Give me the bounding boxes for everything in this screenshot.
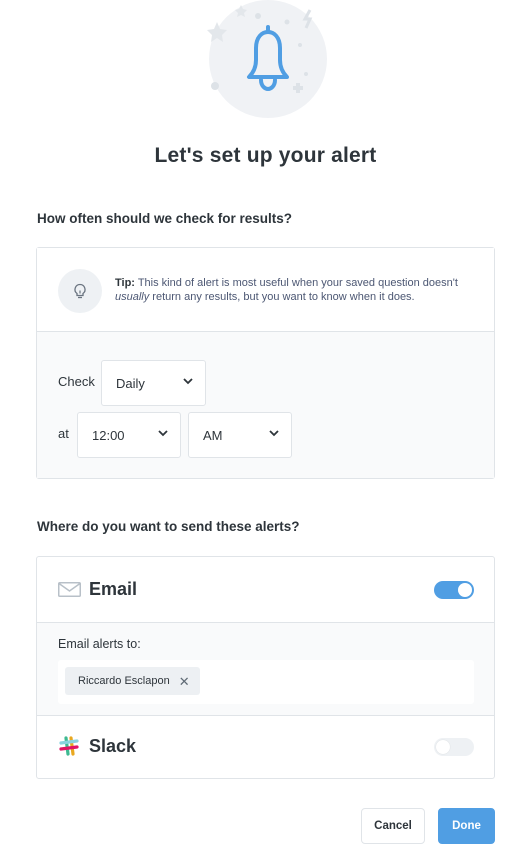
cancel-button[interactable]: Cancel <box>361 808 425 844</box>
done-button[interactable]: Done <box>438 808 495 844</box>
tip-text-part1: This kind of alert is most useful when y… <box>134 277 458 289</box>
recipient-name: Riccardo Esclapon <box>78 675 170 687</box>
check-label: Check <box>58 374 95 389</box>
channels-heading: Where do you want to send these alerts? <box>37 519 300 534</box>
recipient-input[interactable]: Riccardo Esclapon ✕ <box>58 660 474 704</box>
toggle-knob <box>458 583 472 597</box>
chevron-down-icon <box>158 430 168 437</box>
toggle-knob <box>436 740 450 754</box>
chevron-down-icon <box>183 378 193 385</box>
dialog-title: Let's set up your alert <box>154 144 377 167</box>
slack-toggle[interactable] <box>434 738 474 756</box>
remove-recipient-icon[interactable]: ✕ <box>179 675 190 688</box>
schedule-card: Tip: This kind of alert is most useful w… <box>36 247 495 479</box>
tip-text-part2: return any results, but you want to know… <box>149 291 415 303</box>
tip-text: Tip: This kind of alert is most useful w… <box>115 276 475 304</box>
slack-icon <box>59 736 79 756</box>
email-recipients-label: Email alerts to: <box>58 637 141 651</box>
email-channel-header: Email <box>37 557 494 622</box>
ampm-select[interactable]: AM <box>188 412 292 458</box>
tip-text-emphasis: usually <box>115 291 150 303</box>
slack-channel-name: Slack <box>89 736 137 756</box>
frequency-value: Daily <box>116 375 145 391</box>
email-toggle[interactable] <box>434 581 474 599</box>
frequency-select[interactable]: Daily <box>101 360 206 406</box>
bell-icon <box>207 5 313 93</box>
hour-value: 12:00 <box>92 427 125 443</box>
schedule-settings: Check Daily at 12:00 AM <box>37 332 494 478</box>
hour-select[interactable]: 12:00 <box>77 412 181 458</box>
slack-channel-header: Slack <box>37 716 494 778</box>
tip-label: Tip: <box>115 277 135 289</box>
recipient-chip: Riccardo Esclapon ✕ <box>65 667 200 695</box>
chevron-down-icon <box>269 430 279 437</box>
envelope-icon <box>58 582 81 597</box>
tip-row: Tip: This kind of alert is most useful w… <box>37 248 494 332</box>
frequency-heading: How often should we check for results? <box>37 211 293 226</box>
email-channel-name: Email <box>89 579 138 599</box>
lightbulb-icon <box>58 269 102 313</box>
alert-illustration <box>203 0 331 124</box>
at-label: at <box>58 426 69 441</box>
email-recipients-panel: Email alerts to: Riccardo Esclapon ✕ <box>37 622 494 716</box>
ampm-value: AM <box>203 427 223 443</box>
channels-card: Email Email alerts to: Riccardo Esclapon… <box>36 556 495 779</box>
